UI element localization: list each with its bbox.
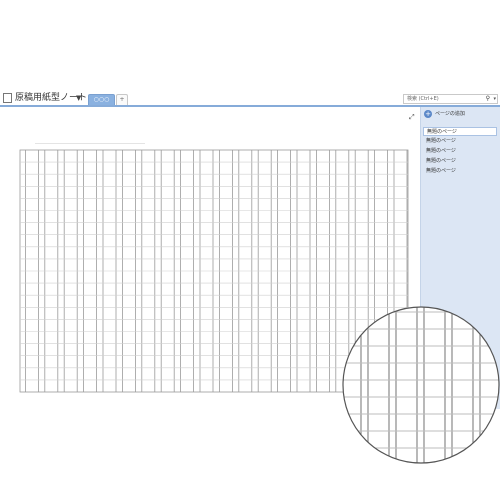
magnifier-background: [343, 307, 499, 463]
magnifier-inset: [342, 306, 500, 464]
manuscript-grid: [19, 149, 500, 464]
